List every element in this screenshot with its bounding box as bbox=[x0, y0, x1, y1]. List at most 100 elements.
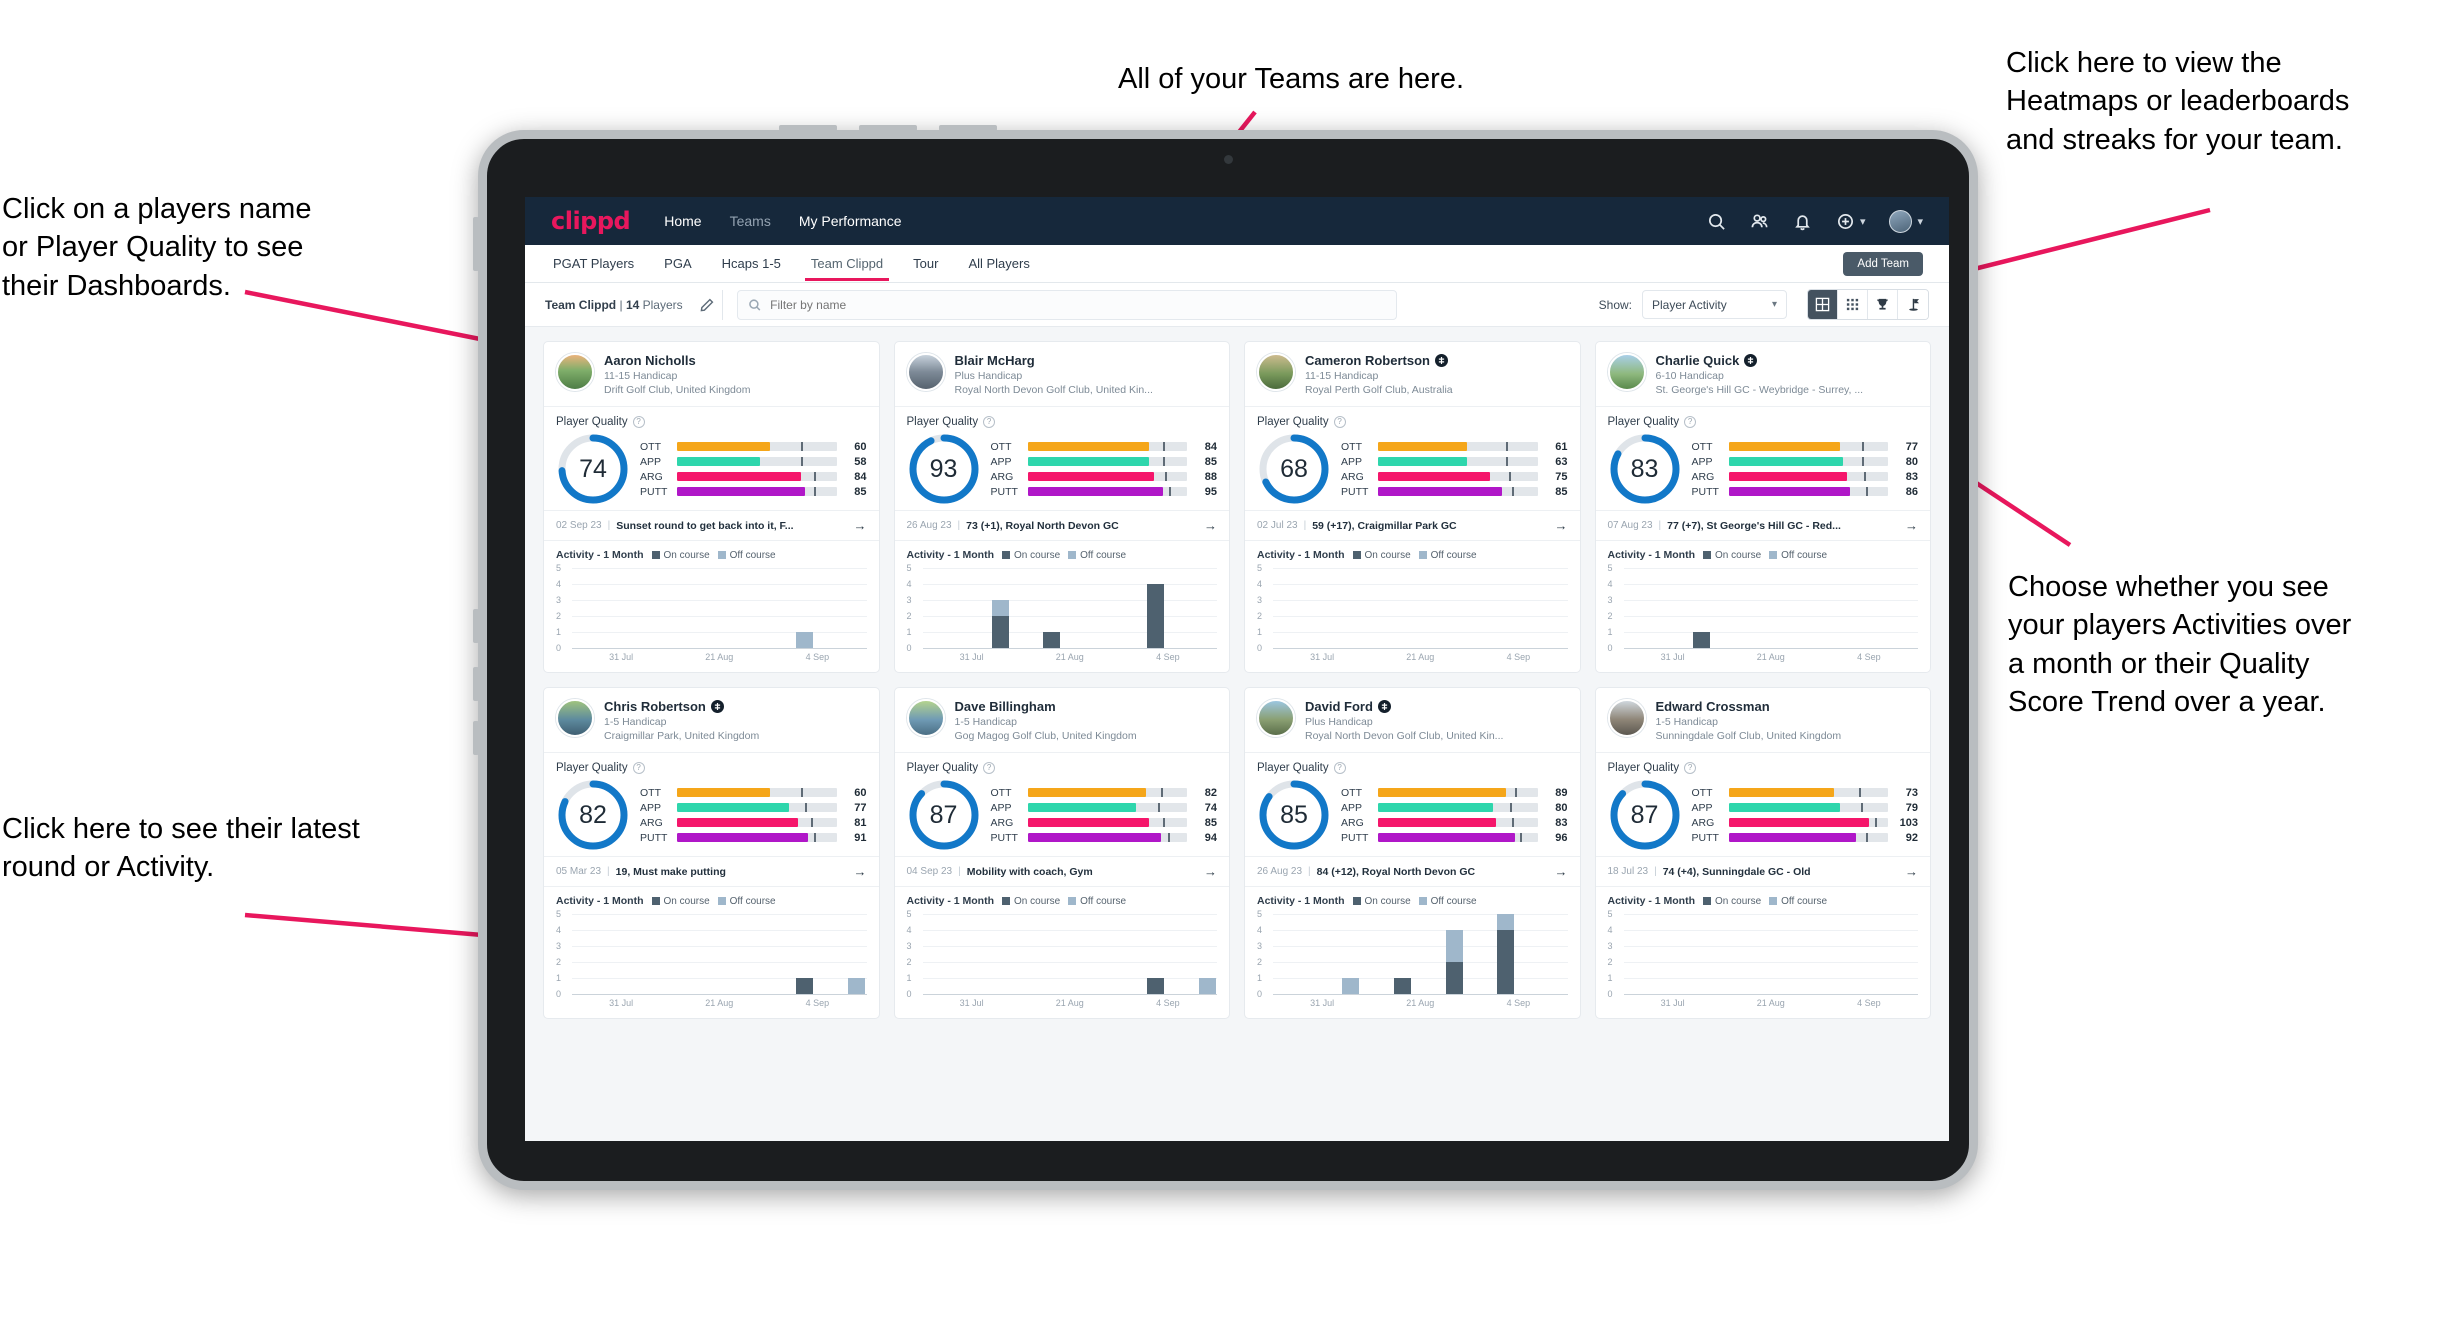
arrow-right-icon[interactable]: → bbox=[1555, 518, 1568, 533]
quality-ring[interactable]: 93 bbox=[907, 432, 981, 506]
player-card-header[interactable]: Chris Robertson 1-5 Handicap Craigmillar P… bbox=[544, 688, 879, 753]
player-avatar[interactable] bbox=[906, 353, 945, 391]
help-icon[interactable]: ? bbox=[1333, 416, 1346, 428]
latest-round-row[interactable]: 18 Jul 23 | 74 (+4), Sunningdale GC - Old → bbox=[1595, 856, 1930, 887]
quality-ring[interactable]: 87 bbox=[1608, 778, 1682, 852]
arrow-right-icon[interactable]: → bbox=[1905, 518, 1918, 533]
player-avatar[interactable] bbox=[1257, 699, 1295, 737]
player-card[interactable]: Charlie Quick 6-10 Handicap St. George's H… bbox=[1594, 341, 1931, 673]
quality-ring[interactable]: 82 bbox=[556, 778, 630, 852]
people-icon[interactable] bbox=[1750, 212, 1769, 231]
player-avatar[interactable] bbox=[556, 699, 594, 737]
player-avatar[interactable] bbox=[906, 699, 945, 737]
player-name-row[interactable]: David Ford bbox=[1305, 699, 1503, 714]
arrow-right-icon[interactable]: → bbox=[1905, 864, 1918, 879]
player-card[interactable]: Chris Robertson 1-5 Handicap Craigmillar P… bbox=[543, 687, 880, 1019]
arrow-right-icon[interactable]: → bbox=[854, 864, 867, 879]
player-name[interactable]: Charlie Quick bbox=[1656, 353, 1740, 368]
player-name-row[interactable]: Cameron Robertson bbox=[1305, 353, 1453, 368]
player-quality-section[interactable]: Player Quality? 93 OTT 84 APP 85 ARG 88 PUTT 95 bbox=[895, 407, 1230, 510]
player-quality-section[interactable]: Player Quality? 87 OTT 73 APP 79 ARG 103 PUTT 92 bbox=[1596, 753, 1931, 856]
plus-circle-icon[interactable] bbox=[1836, 212, 1855, 231]
player-quality-section[interactable]: Player Quality? 82 OTT 60 APP 77 ARG 81 PUTT 91 bbox=[544, 753, 879, 856]
player-name-row[interactable]: Aaron Nicholls bbox=[604, 353, 750, 368]
latest-round-row[interactable]: 02 Sep 23 | Sunset round to get back into … bbox=[544, 510, 879, 541]
player-card[interactable]: Edward Crossman 1-5 Handicap Sunningdale G… bbox=[1594, 687, 1931, 1019]
nav-item-my-performance[interactable]: My Performance bbox=[799, 213, 902, 229]
player-card-header[interactable]: Edward Crossman 1-5 Handicap Sunningdale G… bbox=[1595, 688, 1930, 753]
player-name[interactable]: Blair McHarg bbox=[955, 353, 1035, 368]
player-card-header[interactable]: Dave Billingham 1-5 Handicap Gog Magog Gol… bbox=[894, 688, 1229, 753]
grid-view-icon[interactable] bbox=[1808, 290, 1838, 319]
latest-round-row[interactable]: 26 Aug 23 | 73 (+1), Royal North Devon GC → bbox=[894, 510, 1229, 541]
tab-tour[interactable]: Tour bbox=[911, 247, 940, 280]
latest-round-row[interactable]: 07 Aug 23 | 77 (+7), St George's Hill GC -… bbox=[1595, 510, 1930, 541]
search-input[interactable] bbox=[770, 297, 1386, 312]
latest-round-row[interactable]: 02 Jul 23 | 59 (+17), Craigmillar Park GC → bbox=[1245, 510, 1580, 541]
quality-ring[interactable]: 83 bbox=[1608, 432, 1682, 506]
player-name-row[interactable]: Chris Robertson bbox=[604, 699, 759, 714]
tab-all-players[interactable]: All Players bbox=[966, 247, 1031, 280]
tab-pga[interactable]: PGA bbox=[662, 247, 693, 280]
player-card[interactable]: Cameron Robertson 11-15 Handicap Royal Per… bbox=[1244, 341, 1581, 673]
help-icon[interactable]: ? bbox=[1684, 416, 1697, 428]
player-card[interactable]: David Ford Plus Handicap Royal North Devon… bbox=[1244, 687, 1581, 1019]
player-name[interactable]: David Ford bbox=[1305, 699, 1373, 714]
user-menu[interactable]: ▾ bbox=[1889, 209, 1923, 233]
help-icon[interactable]: ? bbox=[1333, 762, 1346, 774]
player-avatar[interactable] bbox=[1607, 353, 1646, 391]
tab-hcaps-1-5[interactable]: Hcaps 1-5 bbox=[720, 247, 783, 280]
help-icon[interactable]: ? bbox=[1684, 762, 1697, 774]
player-quality-section[interactable]: Player Quality? 87 OTT 82 APP 74 ARG 85 PUTT 94 bbox=[895, 753, 1230, 856]
flag-view-icon[interactable] bbox=[1898, 290, 1928, 319]
arrow-right-icon[interactable]: → bbox=[1555, 864, 1568, 879]
nav-item-home[interactable]: Home bbox=[664, 213, 701, 229]
player-card[interactable]: Dave Billingham 1-5 Handicap Gog Magog Gol… bbox=[893, 687, 1230, 1019]
player-avatar[interactable] bbox=[556, 353, 594, 391]
bell-icon[interactable] bbox=[1793, 212, 1812, 231]
dense-grid-view-icon[interactable] bbox=[1838, 290, 1868, 319]
search-box[interactable] bbox=[736, 289, 1397, 320]
player-card-header[interactable]: Aaron Nicholls 11-15 Handicap Drift Golf C… bbox=[544, 342, 879, 407]
player-card[interactable]: Blair McHarg Plus Handicap Royal North Dev… bbox=[893, 341, 1230, 673]
player-name[interactable]: Aaron Nicholls bbox=[604, 353, 696, 368]
arrow-right-icon[interactable]: → bbox=[1204, 518, 1217, 533]
quality-ring[interactable]: 74 bbox=[556, 432, 630, 506]
tab-pgat-players[interactable]: PGAT Players bbox=[551, 247, 636, 280]
player-avatar[interactable] bbox=[1607, 699, 1646, 737]
clippd-logo[interactable]: clippd bbox=[551, 207, 631, 235]
player-quality-section[interactable]: Player Quality? 85 OTT 89 APP 80 ARG 83 PUTT 96 bbox=[1245, 753, 1580, 856]
player-name[interactable]: Dave Billingham bbox=[955, 699, 1056, 714]
player-quality-section[interactable]: Player Quality? 68 OTT 61 APP 63 ARG 75 PUTT 85 bbox=[1245, 407, 1580, 510]
quality-ring[interactable]: 85 bbox=[1257, 778, 1331, 852]
player-quality-section[interactable]: Player Quality? 74 OTT 60 APP 58 ARG 84 PUTT 85 bbox=[544, 407, 879, 510]
tab-team-clippd[interactable]: Team Clippd bbox=[804, 247, 890, 281]
pencil-icon[interactable] bbox=[693, 289, 723, 320]
quality-ring[interactable]: 87 bbox=[907, 778, 981, 852]
help-icon[interactable]: ? bbox=[983, 416, 996, 428]
show-select[interactable]: Player Activity ▾ bbox=[1642, 290, 1787, 319]
player-card[interactable]: Aaron Nicholls 11-15 Handicap Drift Golf C… bbox=[543, 341, 880, 673]
player-name[interactable]: Cameron Robertson bbox=[1305, 353, 1430, 368]
player-card-header[interactable]: Cameron Robertson 11-15 Handicap Royal Per… bbox=[1245, 342, 1580, 407]
search-icon[interactable] bbox=[1707, 212, 1726, 231]
latest-round-row[interactable]: 05 Mar 23 | 19, Must make putting → bbox=[544, 856, 879, 887]
help-icon[interactable]: ? bbox=[632, 762, 645, 774]
player-quality-section[interactable]: Player Quality? 83 OTT 77 APP 80 ARG 83 PUTT 86 bbox=[1596, 407, 1931, 510]
add-team-button[interactable]: Add Team bbox=[1843, 251, 1923, 276]
arrow-right-icon[interactable]: → bbox=[854, 518, 867, 533]
player-name-row[interactable]: Dave Billingham bbox=[955, 699, 1137, 714]
latest-round-row[interactable]: 04 Sep 23 | Mobility with coach, Gym → bbox=[894, 856, 1229, 887]
player-avatar[interactable] bbox=[1257, 353, 1295, 391]
player-name[interactable]: Chris Robertson bbox=[604, 699, 706, 714]
quality-ring[interactable]: 68 bbox=[1257, 432, 1331, 506]
help-icon[interactable]: ? bbox=[983, 762, 996, 774]
nav-item-teams[interactable]: Teams bbox=[730, 213, 771, 229]
player-card-header[interactable]: David Ford Plus Handicap Royal North Devon… bbox=[1245, 688, 1580, 753]
player-card-header[interactable]: Charlie Quick 6-10 Handicap St. George's H… bbox=[1595, 342, 1930, 407]
trophy-view-icon[interactable] bbox=[1868, 290, 1898, 319]
player-name-row[interactable]: Charlie Quick bbox=[1656, 353, 1864, 368]
player-name[interactable]: Edward Crossman bbox=[1656, 699, 1770, 714]
add-menu[interactable]: ▾ bbox=[1836, 212, 1865, 231]
help-icon[interactable]: ? bbox=[632, 416, 645, 428]
